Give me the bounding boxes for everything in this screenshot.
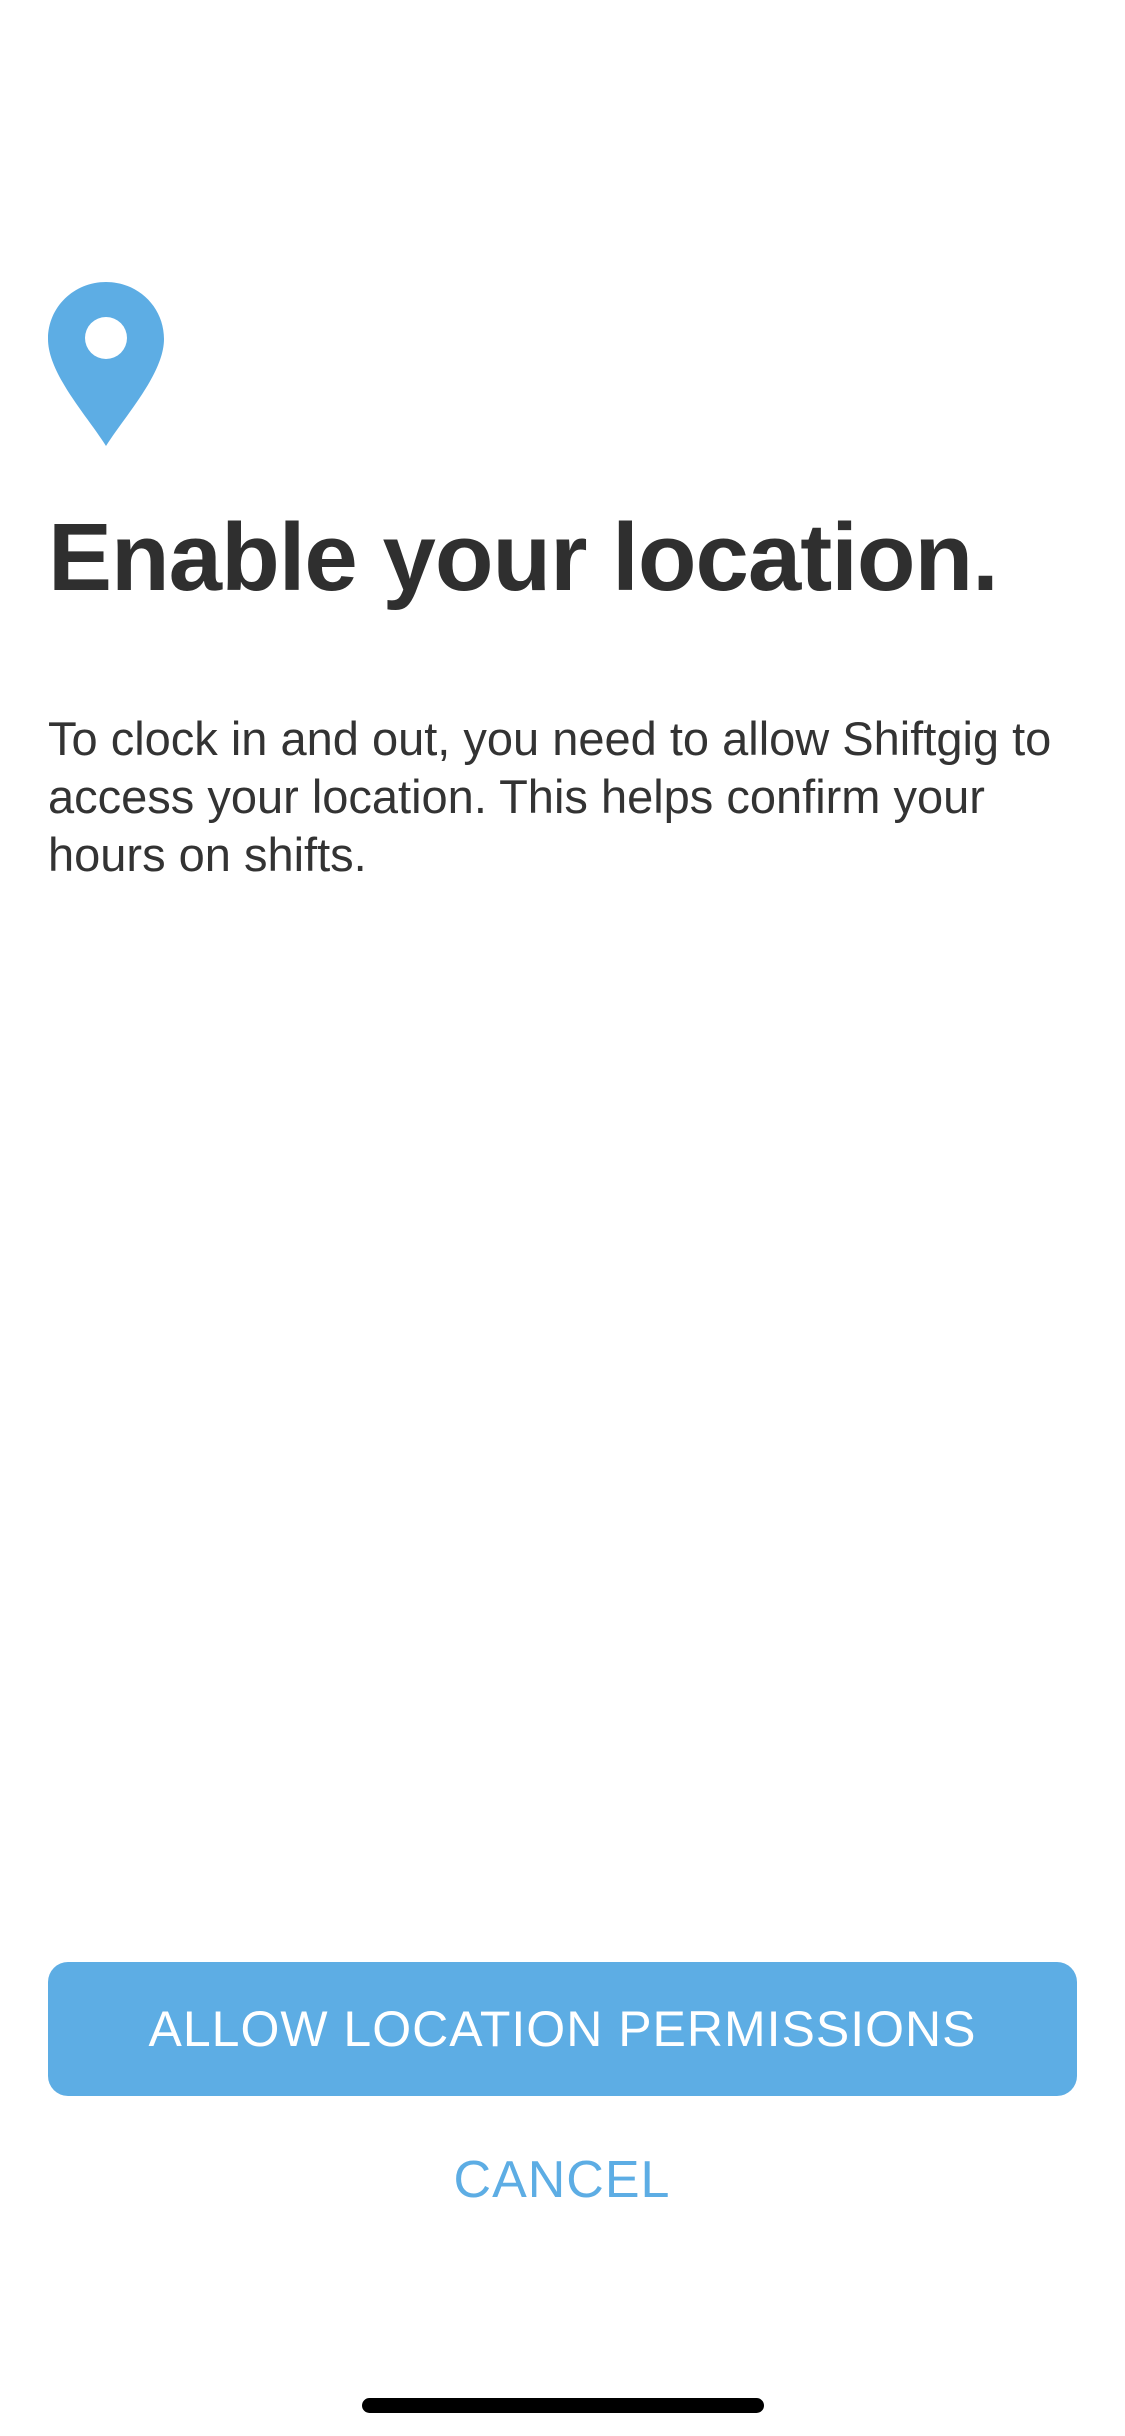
location-pin-icon [48, 282, 164, 446]
home-indicator[interactable] [362, 2398, 764, 2413]
cancel-button[interactable]: CANCEL [362, 2140, 762, 2220]
location-permission-screen: Enable your location. To clock in and ou… [0, 0, 1125, 2436]
allow-location-permissions-button[interactable]: ALLOW LOCATION PERMISSIONS [48, 1962, 1077, 2096]
page-title: Enable your location. [48, 504, 999, 611]
permission-description: To clock in and out, you need to allow S… [48, 712, 1052, 881]
